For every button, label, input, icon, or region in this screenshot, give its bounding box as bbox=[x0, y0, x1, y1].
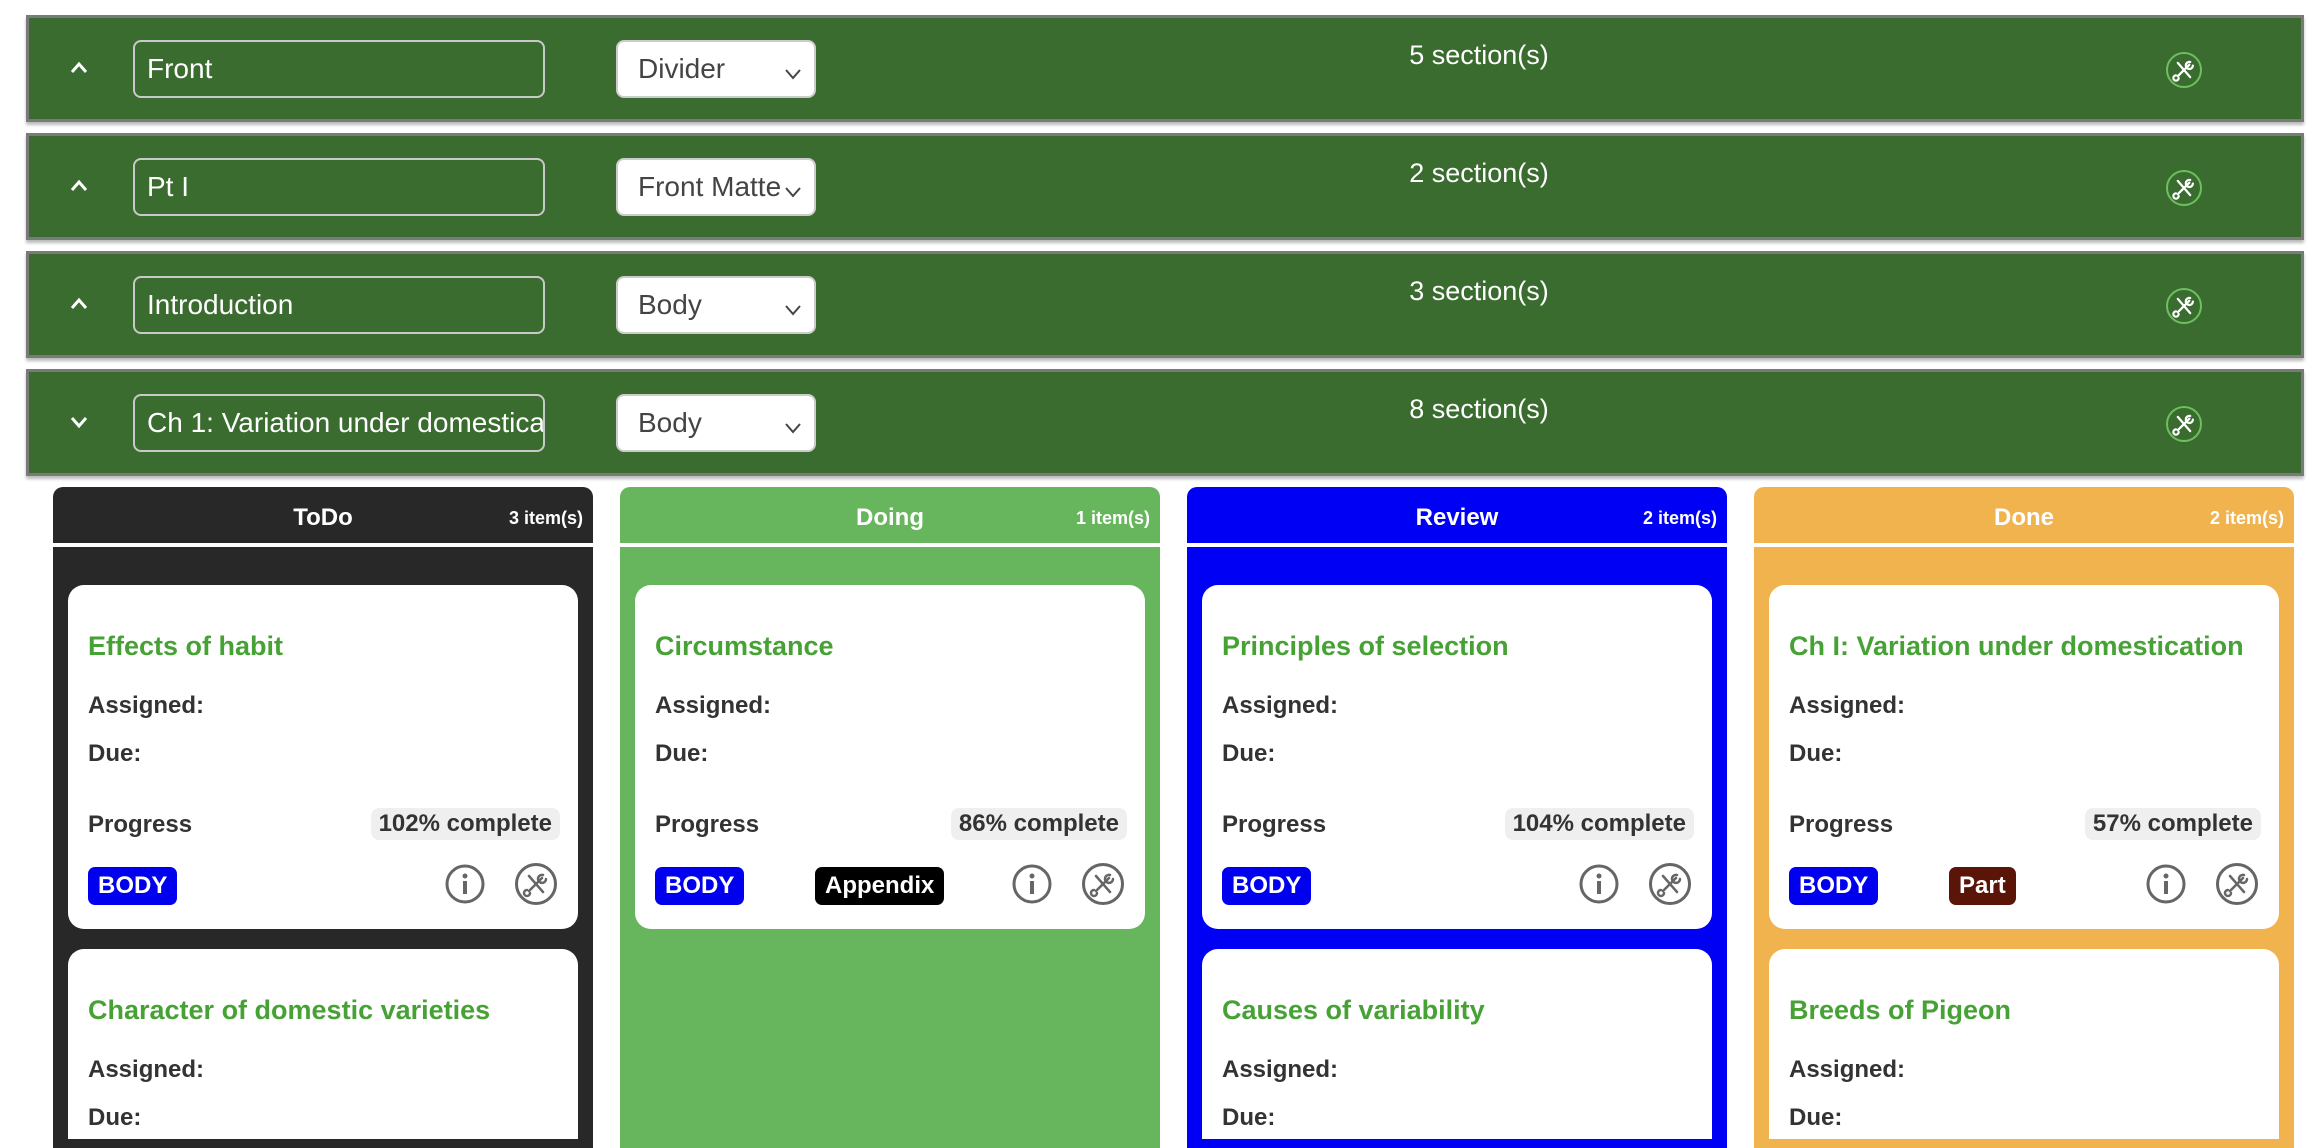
due-label: Due: bbox=[88, 1104, 142, 1131]
progress-value: 57% complete bbox=[2084, 808, 2261, 840]
assigned-label: Assigned: bbox=[1222, 1056, 1339, 1083]
card-title[interactable]: Breeds of Pigeon bbox=[1789, 995, 2011, 1026]
card-title[interactable]: Character of domestic varieties bbox=[88, 995, 490, 1026]
section-row: Ch 1: Variation under domestication Body… bbox=[26, 369, 2304, 476]
card-title[interactable]: Effects of habit bbox=[88, 631, 283, 662]
section-row: Introduction Body 3 section(s) bbox=[26, 251, 2304, 358]
section-title-input[interactable]: Ch 1: Variation under domestication bbox=[133, 394, 545, 452]
due-label: Due: bbox=[1222, 740, 1276, 767]
type-badge: BODY bbox=[655, 867, 745, 905]
tools-icon[interactable] bbox=[2166, 406, 2202, 442]
type-badge: BODY bbox=[1222, 867, 1312, 905]
chevron-down-icon bbox=[782, 178, 804, 200]
section-type-select[interactable]: Front Matter bbox=[616, 158, 816, 216]
tools-icon[interactable] bbox=[515, 863, 557, 905]
section-title-input[interactable]: Front bbox=[133, 40, 545, 98]
section-title-input[interactable]: Pt I bbox=[133, 158, 545, 216]
tools-icon[interactable] bbox=[2166, 52, 2202, 88]
task-card[interactable]: Principles of selection Assigned: Due: Pr… bbox=[1202, 585, 1712, 929]
column-doing: Doing 1 item(s) Circumstance Assigned: Du… bbox=[620, 487, 1160, 1148]
assigned-label: Assigned: bbox=[1789, 692, 1906, 719]
column-todo: ToDo 3 item(s) Effects of habit Assigned:… bbox=[53, 487, 593, 1148]
column-header: ToDo 3 item(s) bbox=[53, 487, 593, 547]
progress-value: 86% complete bbox=[950, 808, 1127, 840]
chevron-down-icon bbox=[782, 60, 804, 82]
info-icon[interactable] bbox=[1578, 863, 1620, 905]
section-count: 5 section(s) bbox=[1409, 40, 1549, 70]
section-type-select[interactable]: Divider bbox=[616, 40, 816, 98]
progress-value: 102% complete bbox=[370, 808, 560, 840]
card-title[interactable]: Causes of variability bbox=[1222, 995, 1485, 1026]
section-row: Front Divider 5 section(s) bbox=[26, 15, 2304, 122]
info-icon[interactable] bbox=[444, 863, 486, 905]
type-badge: BODY bbox=[88, 867, 178, 905]
column-review: Review 2 item(s) Principles of selection … bbox=[1187, 487, 1727, 1148]
due-label: Due: bbox=[1789, 740, 1843, 767]
chevron-down-icon bbox=[782, 414, 804, 436]
progress-label: Progress bbox=[1222, 811, 1327, 838]
card-title[interactable]: Circumstance bbox=[655, 631, 834, 662]
type-badge: Part bbox=[1949, 867, 2016, 905]
column-count: 3 item(s) bbox=[508, 508, 583, 528]
assigned-label: Assigned: bbox=[1789, 1056, 1906, 1083]
tools-icon[interactable] bbox=[2216, 863, 2258, 905]
section-type-value: Body bbox=[638, 407, 702, 438]
task-card[interactable]: Circumstance Assigned: Due: Progress 86% … bbox=[635, 585, 1145, 929]
assigned-label: Assigned: bbox=[1222, 692, 1339, 719]
info-icon[interactable] bbox=[2145, 863, 2187, 905]
section-type-select[interactable]: Body bbox=[616, 276, 816, 334]
task-card[interactable]: Breeds of Pigeon Assigned: Due: bbox=[1769, 949, 2279, 1139]
progress-label: Progress bbox=[655, 811, 760, 838]
task-card[interactable]: Ch I: Variation under domestication Assi… bbox=[1769, 585, 2279, 929]
section-type-value: Front Matter bbox=[638, 171, 791, 202]
progress-value: 104% complete bbox=[1504, 808, 1694, 840]
section-count: 3 section(s) bbox=[1409, 276, 1549, 306]
due-label: Due: bbox=[88, 740, 142, 767]
tools-icon[interactable] bbox=[1082, 863, 1124, 905]
section-type-value: Divider bbox=[638, 53, 726, 84]
type-badge: BODY bbox=[1789, 867, 1879, 905]
due-label: Due: bbox=[655, 740, 709, 767]
assigned-label: Assigned: bbox=[655, 692, 772, 719]
assigned-label: Assigned: bbox=[88, 1056, 205, 1083]
due-label: Due: bbox=[1222, 1104, 1276, 1131]
column-count: 1 item(s) bbox=[1075, 508, 1150, 528]
column-count: 2 item(s) bbox=[1642, 508, 1717, 528]
tools-icon[interactable] bbox=[1649, 863, 1691, 905]
section-type-select[interactable]: Body bbox=[616, 394, 816, 452]
info-icon[interactable] bbox=[1011, 863, 1053, 905]
column-header: Doing 1 item(s) bbox=[620, 487, 1160, 547]
chevron-down-icon[interactable] bbox=[59, 402, 99, 442]
card-title[interactable]: Principles of selection bbox=[1222, 631, 1509, 662]
progress-label: Progress bbox=[88, 811, 193, 838]
chevron-up-icon[interactable] bbox=[59, 48, 99, 88]
chevron-up-icon[interactable] bbox=[59, 284, 99, 324]
assigned-label: Assigned: bbox=[88, 692, 205, 719]
task-card[interactable]: Effects of habit Assigned: Due: Progress … bbox=[68, 585, 578, 929]
column-header: Done 2 item(s) bbox=[1754, 487, 2294, 547]
tools-icon[interactable] bbox=[2166, 288, 2202, 324]
due-label: Due: bbox=[1789, 1104, 1843, 1131]
task-card[interactable]: Causes of variability Assigned: Due: bbox=[1202, 949, 1712, 1139]
task-card[interactable]: Character of domestic varieties Assigned… bbox=[68, 949, 578, 1139]
section-count: 2 section(s) bbox=[1409, 158, 1549, 188]
section-title-input[interactable]: Introduction bbox=[133, 276, 545, 334]
card-title[interactable]: Ch I: Variation under domestication bbox=[1789, 631, 2244, 662]
column-done: Done 2 item(s) Ch I: Variation under dome… bbox=[1754, 487, 2294, 1148]
chevron-down-icon bbox=[782, 296, 804, 318]
column-header: Review 2 item(s) bbox=[1187, 487, 1727, 547]
chevron-up-icon[interactable] bbox=[59, 166, 99, 206]
type-badge: Appendix bbox=[815, 867, 945, 905]
section-row: Pt I Front Matter 2 section(s) bbox=[26, 133, 2304, 240]
column-count: 2 item(s) bbox=[2209, 508, 2284, 528]
section-count: 8 section(s) bbox=[1409, 394, 1549, 424]
tools-icon[interactable] bbox=[2166, 170, 2202, 206]
section-type-value: Body bbox=[638, 289, 702, 320]
progress-label: Progress bbox=[1789, 811, 1894, 838]
